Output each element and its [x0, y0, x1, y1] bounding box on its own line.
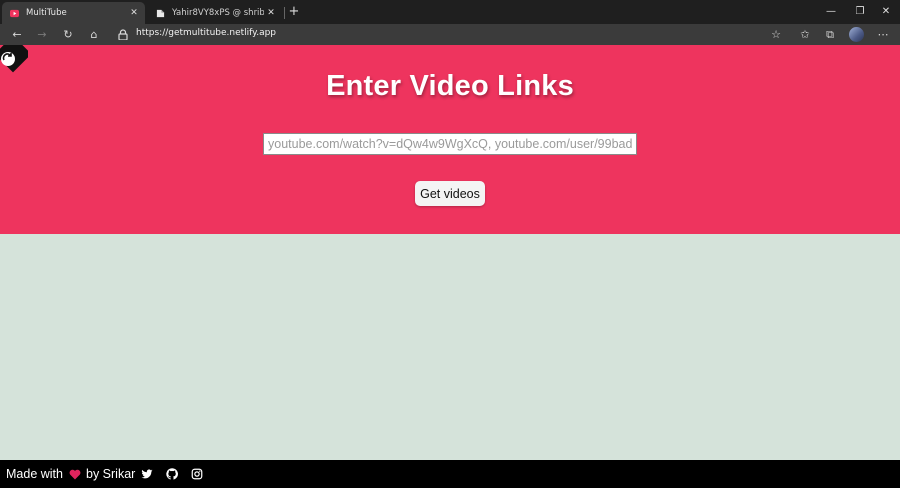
footer-author: by Srikar	[86, 467, 136, 481]
twitter-icon[interactable]	[141, 468, 153, 480]
instagram-icon[interactable]	[191, 468, 203, 480]
restore-button[interactable]: ❐	[846, 3, 874, 21]
minimize-button[interactable]: —	[817, 3, 845, 21]
tab-shrib[interactable]: Yahir8VY8xPS @ shrib.com ✕	[148, 2, 282, 24]
home-button[interactable]: ⌂	[85, 26, 103, 43]
profile-avatar[interactable]	[849, 27, 864, 42]
tab-close-icon[interactable]: ✕	[264, 8, 278, 18]
github-icon[interactable]	[166, 468, 178, 480]
tab-multitube[interactable]: MultiTube ✕	[2, 2, 145, 24]
tab-title: Yahir8VY8xPS @ shrib.com	[172, 8, 264, 18]
footer-made-with: Made with	[6, 467, 63, 481]
favorites-icon[interactable]: ✩	[796, 26, 814, 43]
favorite-star-icon[interactable]: ☆	[767, 26, 785, 43]
menu-icon[interactable]: ⋯	[874, 26, 892, 43]
collections-icon[interactable]: ⧉	[821, 26, 839, 43]
document-favicon-icon	[156, 9, 165, 17]
address-bar[interactable]: https://getmultitube.netlify.app	[136, 28, 276, 38]
back-button[interactable]: ←	[8, 26, 26, 43]
multitube-favicon-icon	[10, 9, 19, 17]
tab-divider	[284, 7, 285, 19]
window-close-button[interactable]: ✕	[872, 3, 900, 21]
reload-button[interactable]: ↻	[59, 26, 77, 43]
tab-close-icon[interactable]: ✕	[127, 8, 141, 18]
lock-icon	[118, 29, 128, 40]
browser-toolbar: ← → ↻ ⌂ https://getmultitube.netlify.app…	[0, 24, 900, 45]
tab-strip: MultiTube ✕ Yahir8VY8xPS @ shrib.com ✕ +…	[0, 0, 900, 24]
page-content: Enter Video Links Get videos	[0, 45, 900, 460]
new-tab-button[interactable]: +	[287, 5, 301, 19]
forward-button[interactable]: →	[33, 26, 51, 43]
heart-icon	[69, 469, 81, 480]
tab-title: MultiTube	[26, 8, 67, 18]
get-videos-button[interactable]: Get videos	[415, 181, 485, 206]
github-corner-icon[interactable]	[0, 45, 28, 79]
video-links-input[interactable]	[263, 133, 637, 155]
hero-section: Enter Video Links Get videos	[0, 45, 900, 234]
page-title: Enter Video Links	[326, 70, 574, 102]
video-grid-area	[0, 234, 900, 460]
footer: Made with by Srikar	[0, 460, 900, 488]
